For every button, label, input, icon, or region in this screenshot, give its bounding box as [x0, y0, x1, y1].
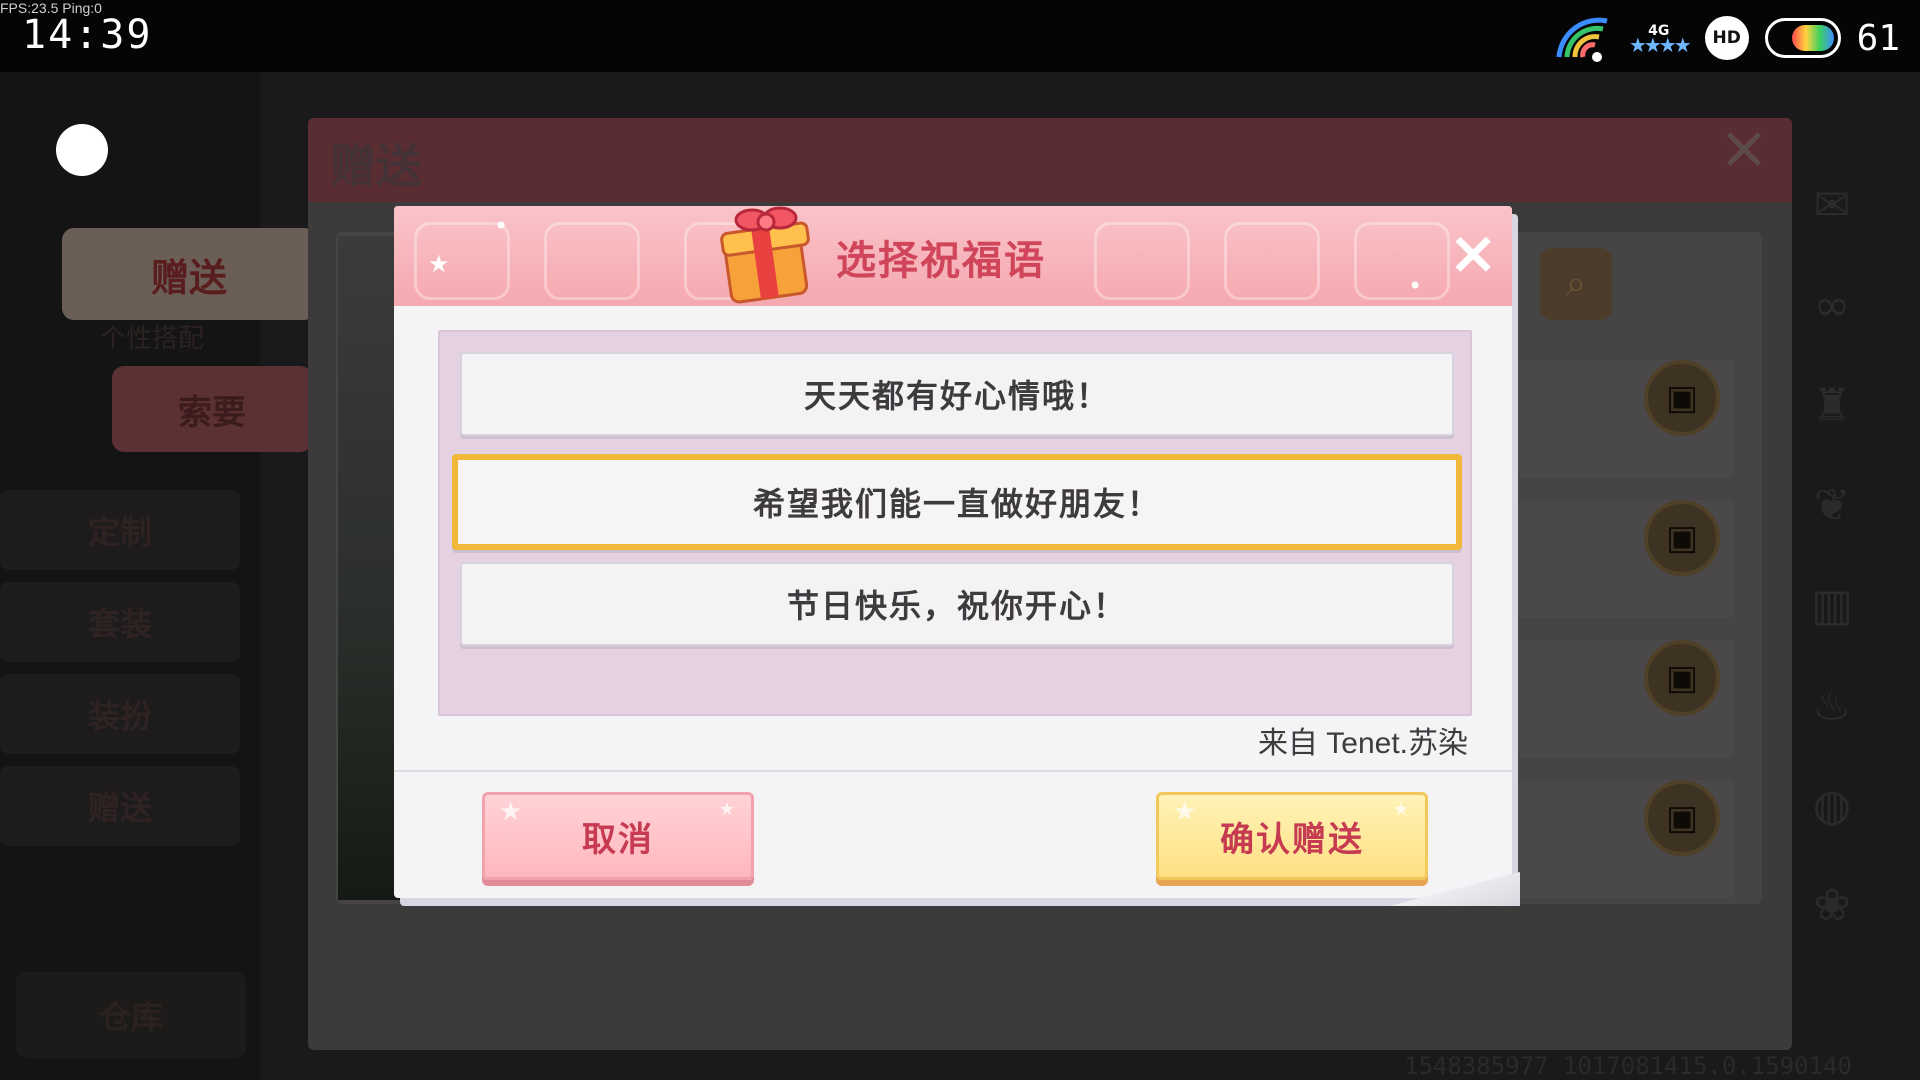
gift-box-icon: ▣: [1644, 360, 1720, 436]
color-toggle-icon[interactable]: [1764, 18, 1841, 58]
gift-box-icon: ▣: [1644, 780, 1720, 856]
dialog-header: ★ • • 选择祝福语 ×: [394, 206, 1512, 306]
mail-icon: ✉: [1813, 180, 1851, 231]
blessing-option-2-selected[interactable]: 希望我们能一直做好朋友！: [452, 454, 1462, 550]
confirm-label: 确认赠送: [1220, 819, 1364, 860]
glasses-icon: ∞: [1813, 280, 1851, 331]
status-icons: 4G ★★★★ HD 61: [1553, 10, 1900, 66]
star-icon: ★: [1392, 799, 1411, 820]
sidebar-item-give: 赠送: [62, 228, 316, 320]
pet-icon: ❀: [1813, 880, 1851, 931]
shoes-icon: ♨: [1812, 680, 1852, 731]
cancel-label: 取消: [582, 819, 654, 860]
sidebar-item-gift: 赠送: [0, 766, 240, 846]
gift-panel-header: [308, 118, 1792, 202]
divider: [394, 770, 1512, 772]
signal-stars-icon: ★★★★: [1628, 33, 1692, 57]
blessing-list: 天天都有好心情哦！ 希望我们能一直做好朋友！ 节日快乐，祝你开心！: [438, 330, 1472, 716]
header-pattern: [1094, 222, 1190, 300]
wifi-icon: [1556, 17, 1608, 62]
sidebar-item-ask: 索要: [112, 366, 312, 452]
blessing-option-3[interactable]: 节日快乐，祝你开心！: [460, 562, 1454, 646]
sparkle-icon: ★: [428, 250, 450, 278]
gift-box-icon: ▣: [1644, 640, 1720, 716]
floating-home-button[interactable]: [56, 124, 108, 176]
header-pattern: [1224, 222, 1320, 300]
header-pattern: [1354, 222, 1450, 300]
blessing-option-1[interactable]: 天天都有好心情哦！: [460, 352, 1454, 436]
gift-box-icon: ▣: [1644, 500, 1720, 576]
shirt-icon: ♜: [1812, 380, 1852, 431]
blessing-dialog: ★ • • 选择祝福语 × 天天都有好心情哦！ 希望我们能一直做好朋友！ 节日快…: [394, 206, 1520, 906]
cancel-button[interactable]: ★ 取消 ★: [482, 792, 754, 880]
pants-icon: ▥: [1811, 580, 1853, 631]
clock: 14:39: [22, 12, 153, 58]
sidebar-sub-label: 个性搭配: [100, 324, 205, 354]
search-icon: ⌕: [1540, 248, 1612, 320]
header-pattern: [544, 222, 640, 300]
footer-id: 1548385977 1017081415.0.1590140: [1404, 1052, 1852, 1080]
toggle-knob: [1791, 25, 1834, 51]
dialog-title: 选择祝福语: [836, 238, 1046, 284]
sidebar-item-custom: 定制: [0, 490, 240, 570]
sidebar-item-dressup: 装扮: [0, 674, 240, 754]
hd-icon: HD: [1704, 16, 1749, 60]
star-icon: ★: [499, 797, 525, 827]
star-icon: ★: [1173, 797, 1199, 827]
sidebar-item-suit: 套装: [0, 582, 240, 662]
gift-panel-title: 赠送: [330, 139, 422, 193]
close-icon[interactable]: ×: [1448, 223, 1498, 283]
confirm-gift-button[interactable]: ★ 确认赠送 ★: [1156, 792, 1428, 880]
star-icon: ★: [718, 799, 737, 820]
right-toolbar: ✉ ∞ ♜ ❦ ▥ ♨ ◍ ❀: [1792, 180, 1872, 980]
status-bar: FPS:23.5 Ping:0 14:39 4G ★★★★ HD 61: [0, 0, 1920, 72]
background-sidebar: [0, 72, 260, 1080]
bag-icon: ◍: [1812, 780, 1852, 831]
sparkle-icon: •: [494, 212, 509, 240]
battery-level: 61: [1856, 17, 1900, 59]
hair-icon: ❦: [1813, 480, 1851, 531]
sparkle-icon: •: [1408, 272, 1423, 300]
panel-close-icon: ×: [1718, 113, 1770, 183]
gift-icon: [720, 206, 810, 304]
store-button: 仓库: [16, 972, 246, 1058]
sender-name: 来自 Tenet.苏染: [1257, 727, 1468, 760]
network-indicator: 4G ★★★★: [1628, 24, 1692, 57]
